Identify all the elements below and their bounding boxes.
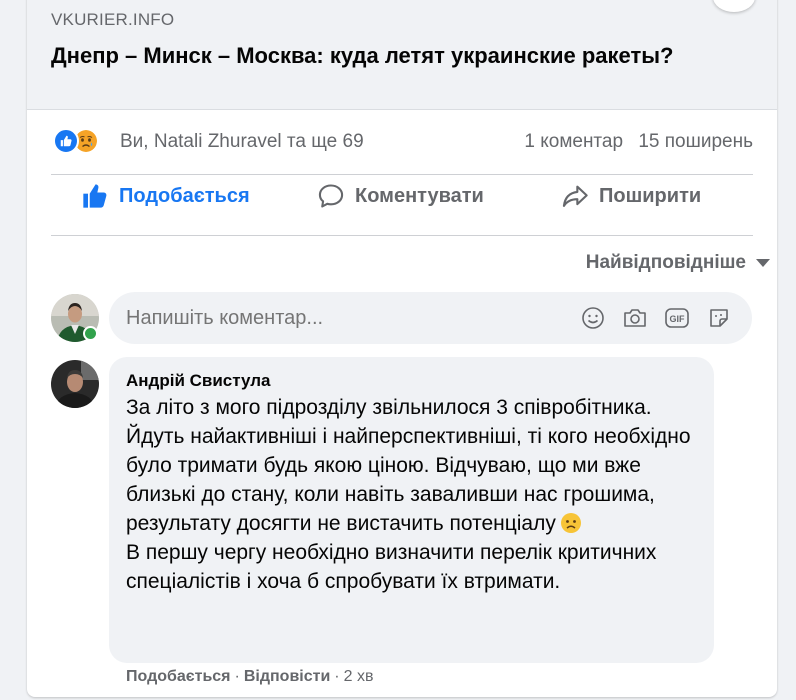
separator-dot: · xyxy=(234,668,240,685)
comment-button[interactable]: Коментувати xyxy=(317,176,484,216)
reactions-summary[interactable]: Ви, Natali Zhuravel та ще 69 1 коментар … xyxy=(51,126,753,158)
divider xyxy=(51,174,753,175)
separator-dot: · xyxy=(334,668,340,685)
svg-text:GIF: GIF xyxy=(670,314,686,324)
comment-author-name[interactable]: Андрій Свистула xyxy=(126,371,270,391)
comment-text: За літо з мого підрозділу звільнилося 3 … xyxy=(126,393,706,596)
camera-icon[interactable] xyxy=(622,305,648,331)
like-icon xyxy=(53,128,79,154)
comment-timestamp[interactable]: 2 хв xyxy=(344,668,374,685)
composer-toolbar: GIF xyxy=(580,305,732,331)
reaction-icons[interactable] xyxy=(53,128,113,156)
comment-like-link[interactable]: Подобається xyxy=(126,668,231,685)
link-domain: VKURIER.INFO xyxy=(51,10,175,29)
shares-count[interactable]: 15 поширень xyxy=(638,131,753,152)
caret-down-icon xyxy=(756,259,770,267)
reactors-names[interactable]: Ви, Natali Zhuravel та ще 69 xyxy=(120,131,364,153)
sticker-icon[interactable] xyxy=(706,305,732,331)
comment-input[interactable] xyxy=(126,307,391,330)
comment-sort-dropdown[interactable]: Найвідповідніше xyxy=(586,252,770,274)
sort-label: Найвідповідніше xyxy=(585,252,746,273)
divider xyxy=(51,235,753,236)
thumbs-up-icon xyxy=(83,184,107,208)
comment-paragraph: За літо з мого підрозділу звільнилося 3 … xyxy=(126,396,691,535)
more-button[interactable] xyxy=(713,0,755,12)
share-button[interactable]: Поширити xyxy=(561,176,701,216)
comment-reply-link[interactable]: Відповісти xyxy=(244,668,330,685)
gif-icon[interactable]: GIF xyxy=(664,305,690,331)
comments-count[interactable]: 1 коментар xyxy=(524,131,623,152)
comment-bubble: Андрій Свистула За літо з мого підрозділ… xyxy=(109,357,714,663)
link-title[interactable]: Днепр – Минск – Москва: куда летят украи… xyxy=(51,40,691,71)
speech-bubble-icon xyxy=(318,184,344,208)
comment-paragraph: В першу чергу необхідно визначити перелі… xyxy=(126,541,657,593)
emoji-icon[interactable] xyxy=(580,305,606,331)
link-preview[interactable]: VKURIER.INFO Днепр – Минск – Москва: куд… xyxy=(27,0,777,110)
online-status-indicator xyxy=(83,326,98,341)
post-actions: Подобається Коментувати Поширити xyxy=(51,176,753,216)
like-button-label: Подобається xyxy=(119,184,250,207)
engagement-counts: 1 коментар 15 поширень xyxy=(514,131,753,153)
frowning-face-icon xyxy=(560,512,582,534)
comment-actions: Подобається · Відповісти · 2 хв xyxy=(126,668,373,686)
share-arrow-icon xyxy=(562,185,588,207)
like-button[interactable]: Подобається xyxy=(81,176,250,216)
share-button-label: Поширити xyxy=(599,184,702,207)
comment-composer[interactable]: GIF xyxy=(109,292,752,344)
comment-button-label: Коментувати xyxy=(355,184,484,207)
comment-author-avatar[interactable] xyxy=(51,360,99,408)
